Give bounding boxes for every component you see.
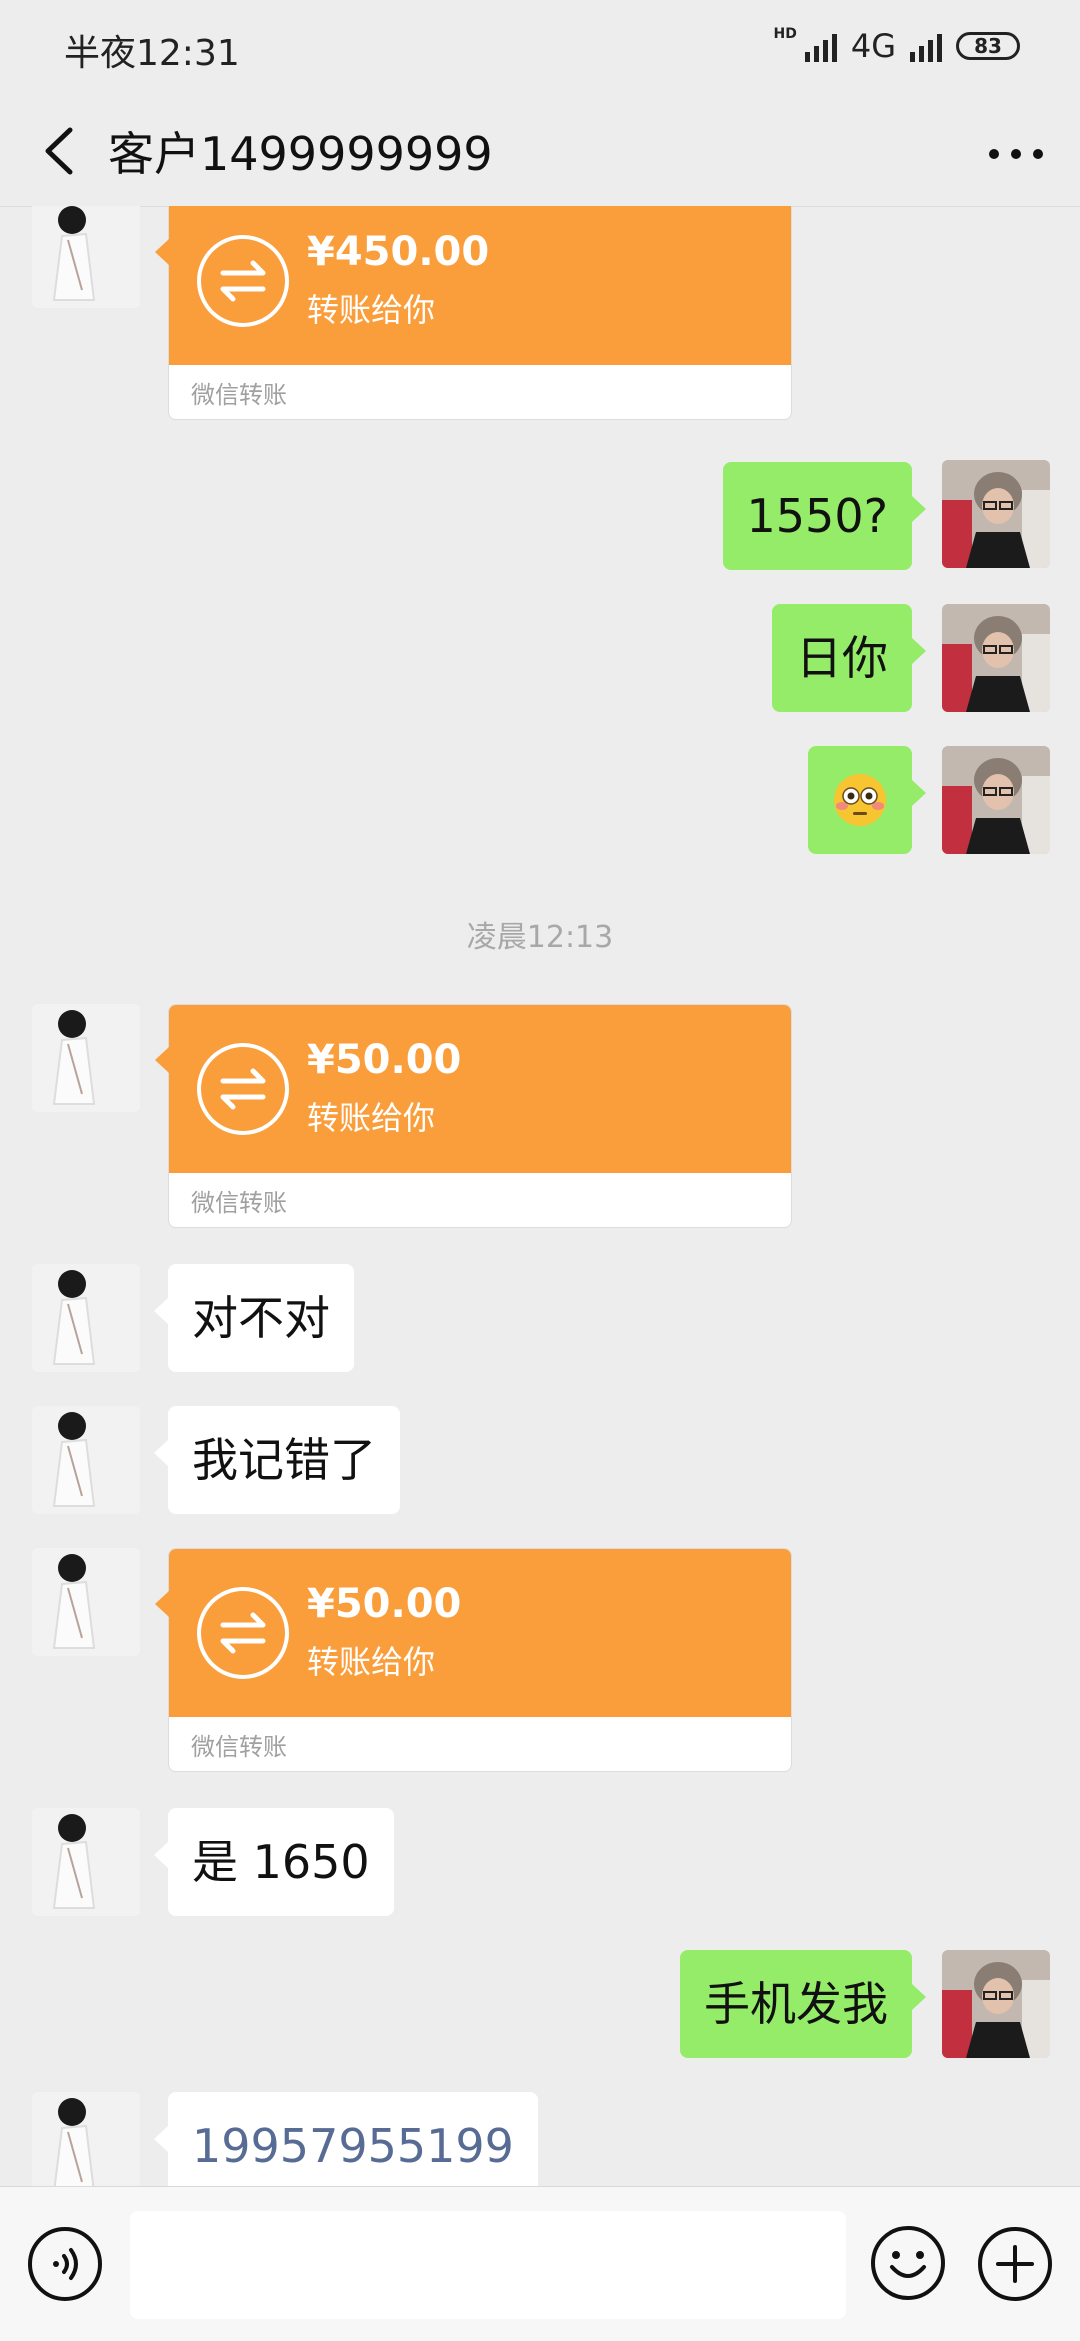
message-bubble-received[interactable]: 我记错了 — [154, 1406, 400, 1514]
chat-area[interactable]: ¥450.00 转账给你 微信转账 1550? 日你 凌晨12:13 ¥50.0… — [0, 206, 1080, 2186]
transfer-card[interactable]: ¥50.00 转账给你 微信转账 — [155, 1548, 792, 1772]
battery-icon: 83 — [956, 32, 1020, 60]
message-bubble-sent[interactable]: 手机发我 — [680, 1950, 926, 2058]
more-icon[interactable] — [976, 118, 1056, 184]
avatar-me[interactable] — [942, 460, 1050, 568]
avatar-customer[interactable] — [32, 2092, 140, 2186]
avatar-customer[interactable] — [32, 206, 140, 308]
avatar-customer[interactable] — [32, 1004, 140, 1112]
avatar-me[interactable] — [942, 746, 1050, 854]
input-bar — [0, 2186, 1080, 2341]
transfer-amount: ¥50.00 — [307, 1037, 462, 1083]
avatar-customer[interactable] — [32, 1264, 140, 1372]
back-icon[interactable] — [32, 116, 92, 186]
emoji-icon[interactable] — [868, 2223, 948, 2303]
transfer-amount: ¥450.00 — [307, 229, 490, 275]
message-bubble-sent[interactable]: 1550? — [722, 462, 927, 570]
transfer-footer: 微信转账 — [191, 1733, 287, 1761]
signal-icon — [804, 30, 837, 62]
hd-label: HD — [773, 26, 797, 42]
avatar-customer[interactable] — [32, 1548, 140, 1656]
transfer-desc: 转账给你 — [307, 291, 436, 329]
message-input[interactable] — [130, 2211, 846, 2319]
transfer-desc: 转账给你 — [307, 1099, 436, 1137]
transfer-amount: ¥50.00 — [307, 1581, 462, 1627]
message-bubble-sent[interactable]: 日你 — [772, 604, 926, 712]
transfer-card[interactable]: ¥450.00 转账给你 微信转账 — [155, 206, 792, 420]
time-divider: 凌晨12:13 — [466, 920, 614, 955]
status-bar: 半夜12:31 HD 4G 83 — [0, 0, 1080, 96]
avatar-me[interactable] — [942, 1950, 1050, 2058]
flushed-face-icon — [834, 774, 886, 826]
voice-icon[interactable] — [26, 2225, 104, 2303]
message-bubble-received[interactable]: 对不对 — [154, 1264, 354, 1372]
avatar-customer[interactable] — [32, 1406, 140, 1514]
transfer-arrows-icon — [197, 1587, 289, 1679]
network-label: 4G — [850, 27, 896, 65]
transfer-arrows-icon — [197, 1043, 289, 1135]
signal-icon-2 — [910, 30, 942, 62]
avatar-me[interactable] — [942, 604, 1050, 712]
transfer-card[interactable]: ¥50.00 转账给你 微信转账 — [155, 1004, 792, 1228]
status-time: 半夜12:31 — [64, 33, 240, 74]
avatar-customer[interactable] — [32, 1808, 140, 1916]
transfer-desc: 转账给你 — [307, 1643, 436, 1681]
message-bubble-phone-link[interactable]: 19957955199 — [154, 2092, 538, 2186]
transfer-footer: 微信转账 — [191, 1189, 287, 1217]
transfer-footer: 微信转账 — [191, 381, 287, 409]
chat-title: 客户1499999999 — [108, 127, 493, 181]
message-bubble-sent-emoji[interactable] — [808, 746, 926, 854]
transfer-arrows-icon — [197, 235, 289, 327]
message-bubble-received[interactable]: 是 1650 — [154, 1808, 394, 1916]
plus-icon[interactable] — [976, 2225, 1054, 2303]
status-indicators: HD 4G 83 — [773, 26, 1020, 66]
nav-bar: 客户1499999999 — [0, 96, 1080, 207]
